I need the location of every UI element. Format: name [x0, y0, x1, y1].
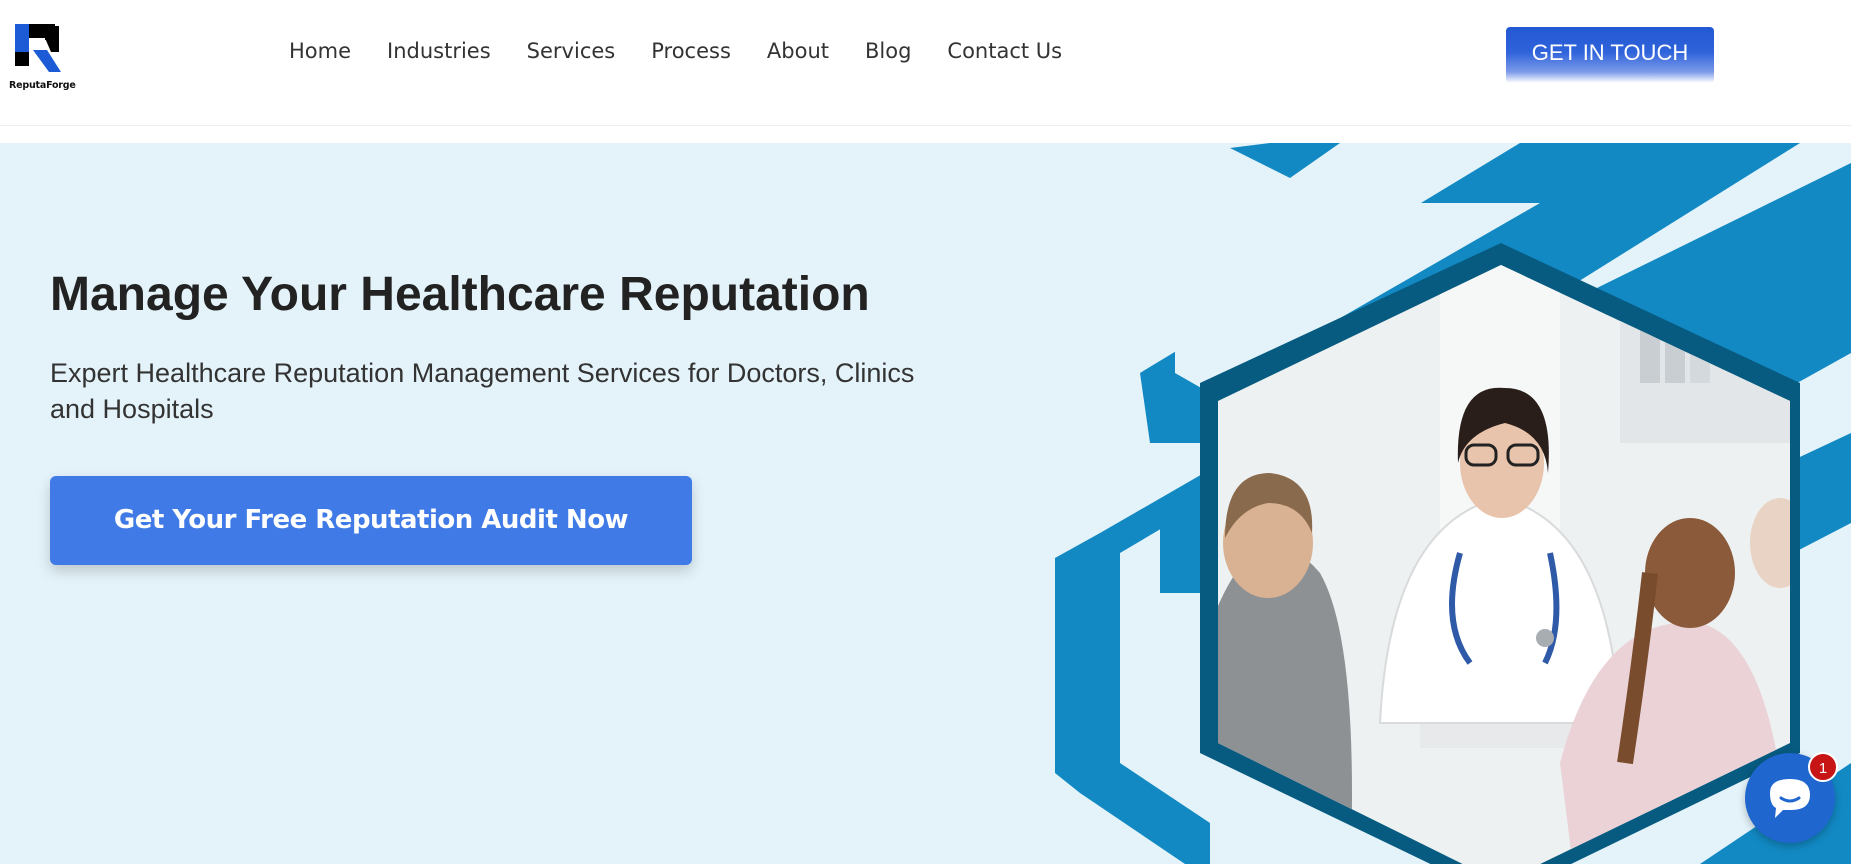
brand-name: ReputaForge	[9, 80, 76, 91]
stripe-top-small	[1230, 143, 1340, 178]
free-audit-button[interactable]: Get Your Free Reputation Audit Now	[50, 476, 692, 565]
get-in-touch-button[interactable]: GET IN TOUCH	[1506, 27, 1714, 83]
nav-link-about[interactable]: About	[767, 36, 829, 66]
reputaforge-logo-icon	[15, 24, 67, 76]
main-nav: Home Industries Services Process About B…	[289, 36, 1098, 66]
nav-link-blog[interactable]: Blog	[865, 36, 911, 66]
brand-logo[interactable]: ReputaForge	[9, 24, 76, 94]
nav-link-contact[interactable]: Contact Us	[947, 36, 1062, 66]
nav-link-industries[interactable]: Industries	[387, 36, 491, 66]
hero-subtitle: Expert Healthcare Reputation Management …	[50, 358, 915, 424]
nav-link-services[interactable]: Services	[527, 36, 616, 66]
chat-notification-badge: 1	[1808, 752, 1838, 782]
hero-title: Manage Your Healthcare Reputation	[50, 268, 870, 321]
nav-link-process[interactable]: Process	[651, 36, 731, 66]
site-header: ReputaForge Home Industries Services Pro…	[0, 0, 1851, 126]
nav-link-home[interactable]: Home	[289, 36, 351, 66]
hero-section: Manage Your Healthcare Reputation Expert…	[0, 143, 1851, 864]
